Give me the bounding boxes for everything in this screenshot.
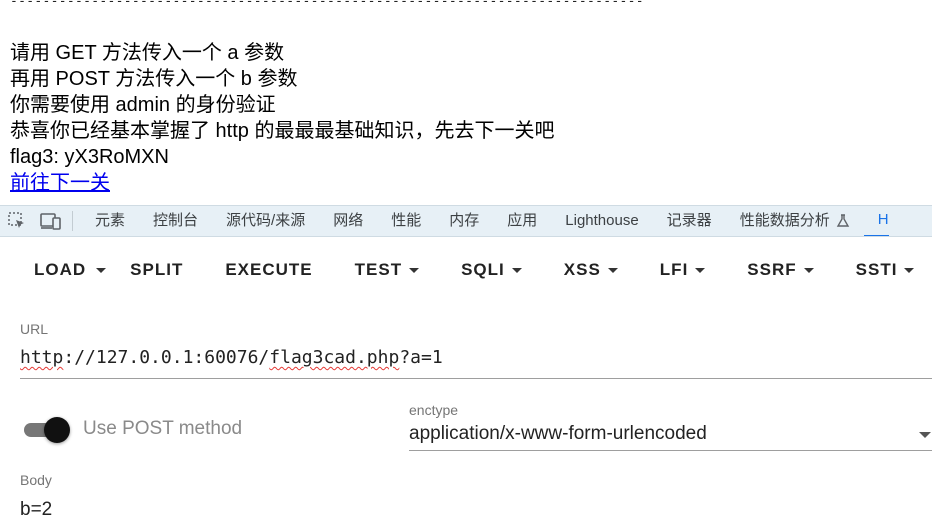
tab-lighthouse[interactable]: Lighthouse <box>551 206 652 236</box>
ssti-menu-label: SSTI <box>855 260 898 279</box>
tab-sources[interactable]: 源代码/来源 <box>212 206 319 236</box>
flag-line: flag3: yX3RoMXN <box>10 146 169 168</box>
tab-memory[interactable]: 内存 <box>435 206 493 236</box>
lfi-menu[interactable]: LFI <box>660 250 706 290</box>
test-menu-label: TEST <box>354 260 403 279</box>
enctype-label: enctype <box>409 402 459 418</box>
chevron-down-icon[interactable] <box>919 432 931 438</box>
post-method-toggle[interactable] <box>22 416 72 444</box>
device-toolbar-icon[interactable] <box>34 206 68 236</box>
message-line: 恭喜你已经基本掌握了 http 的最最最基础知识，先去下一关吧 <box>10 120 555 142</box>
chevron-down-icon <box>695 267 706 273</box>
url-label: URL <box>20 321 49 337</box>
hackbar-toolbar: LOAD SPLIT EXECUTE TEST SQLI XSS LFI SSR… <box>0 237 932 303</box>
body-label: Body <box>20 472 52 488</box>
xss-menu[interactable]: XSS <box>564 250 618 290</box>
ssrf-menu-label: SSRF <box>747 260 797 279</box>
url-path: flag3cad.php <box>269 347 400 368</box>
enctype-underline <box>409 450 932 451</box>
message-line: 请用 GET 方法传入一个 a 参数 <box>10 42 285 64</box>
execute-button[interactable]: EXECUTE <box>225 250 312 290</box>
load-dropdown-button[interactable] <box>96 250 107 290</box>
enctype-select[interactable]: application/x-www-form-urlencoded <box>409 423 707 445</box>
test-menu[interactable]: TEST <box>354 250 420 290</box>
chevron-down-icon <box>409 267 420 273</box>
post-method-label: Use POST method <box>83 418 243 439</box>
chevron-down-icon <box>803 267 814 273</box>
chevron-down-icon <box>96 267 107 273</box>
chevron-down-icon <box>607 267 618 273</box>
separator-line: ----------------------------------------… <box>10 0 644 9</box>
load-button[interactable]: LOAD <box>34 250 86 290</box>
url-query: ?a=1 <box>399 347 443 368</box>
url-scheme: http <box>20 347 64 368</box>
body-input[interactable]: b=2 <box>20 499 52 521</box>
url-underline <box>20 378 932 379</box>
page-content: ----------------------------------------… <box>0 0 932 205</box>
tab-recorder[interactable]: 记录器 <box>653 206 726 236</box>
url-host: ://127.0.0.1:60076/ <box>63 347 270 368</box>
tab-application[interactable]: 应用 <box>493 206 551 236</box>
chevron-down-icon <box>511 267 522 273</box>
message-block: 请用 GET 方法传入一个 a 参数 再用 POST 方法传入一个 b 参数 你… <box>10 40 554 196</box>
tab-performance-insights[interactable]: 性能数据分析 <box>726 206 864 236</box>
ssrf-menu[interactable]: SSRF <box>747 250 814 290</box>
element-picker-icon[interactable] <box>0 206 34 236</box>
tab-performance-insights-label: 性能数据分析 <box>739 212 830 229</box>
ssti-menu[interactable]: SSTI <box>856 250 915 290</box>
url-input[interactable]: http://127.0.0.1:60076/flag3cad.php?a=1 <box>20 347 443 368</box>
chevron-down-icon <box>904 267 915 273</box>
devtools-tab-strip: 元素 控制台 源代码/来源 网络 性能 内存 应用 Lighthouse 记录器… <box>0 205 932 237</box>
message-line: 再用 POST 方法传入一个 b 参数 <box>10 68 298 90</box>
tab-console[interactable]: 控制台 <box>139 206 212 236</box>
sqli-menu[interactable]: SQLI <box>461 250 522 290</box>
tab-performance[interactable]: 性能 <box>377 206 435 236</box>
tab-elements[interactable]: 元素 <box>81 206 139 236</box>
sqli-menu-label: SQLI <box>461 260 505 279</box>
flask-icon <box>836 214 849 227</box>
xss-menu-label: XSS <box>563 260 601 279</box>
tab-network[interactable]: 网络 <box>319 206 377 236</box>
lfi-menu-label: LFI <box>659 260 689 279</box>
split-button[interactable]: SPLIT <box>130 250 183 290</box>
next-level-link[interactable]: 前往下一关 <box>10 172 110 194</box>
tab-hackbar[interactable]: H <box>863 206 889 236</box>
toggle-knob <box>44 417 70 443</box>
message-line: 你需要使用 admin 的身份验证 <box>10 94 276 116</box>
toolbar-divider <box>72 211 73 231</box>
